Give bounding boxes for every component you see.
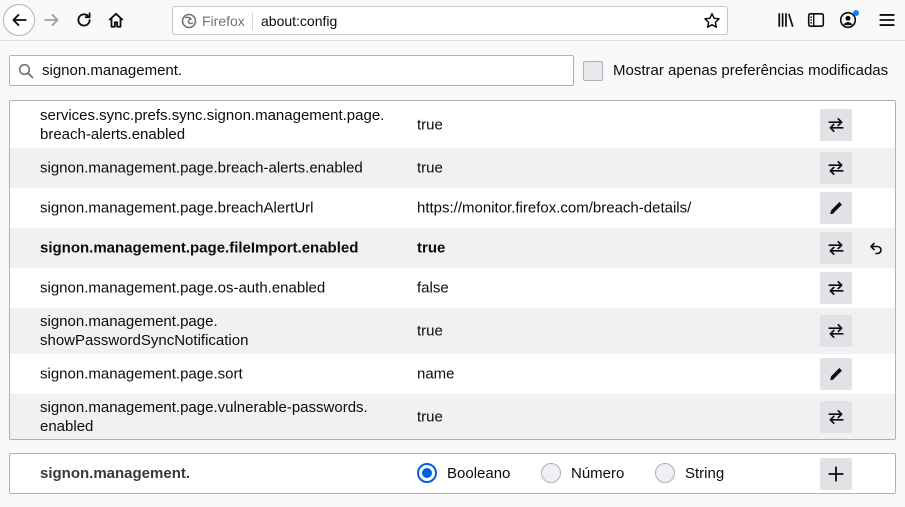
toggle-button[interactable] xyxy=(820,108,852,141)
pref-name: signon.management.page.vulnerable-passwo… xyxy=(40,398,368,435)
library-icon xyxy=(778,13,794,27)
hamburger-menu-icon xyxy=(879,14,895,26)
pref-row[interactable]: signon.management.page.breachAlertUrl htt… xyxy=(10,188,895,228)
toggle-button[interactable] xyxy=(820,315,852,347)
new-pref-name: signon.management. xyxy=(40,465,191,482)
back-button[interactable] xyxy=(3,4,35,36)
forward-button[interactable] xyxy=(36,4,68,36)
reset-button[interactable] xyxy=(866,238,886,258)
type-radio-string[interactable] xyxy=(655,463,675,483)
toggle-button[interactable] xyxy=(820,272,852,304)
pref-name: signon.management.page.os-auth.enabled xyxy=(40,279,326,297)
pref-name: signon.management.page.sort xyxy=(40,365,243,383)
sidebar-button[interactable] xyxy=(800,4,832,36)
type-label-number[interactable]: Número xyxy=(571,465,624,482)
pref-name: services.sync.prefs.sync.signon.manageme… xyxy=(40,106,385,143)
sidebar-icon xyxy=(807,13,825,27)
reset-undo-icon xyxy=(870,242,882,255)
search-box[interactable] xyxy=(9,55,574,86)
type-label-boolean[interactable]: Booleano xyxy=(447,465,510,482)
toggle-arrows-icon xyxy=(828,409,844,424)
site-identity-label: Firefox xyxy=(202,13,245,29)
pref-value: true xyxy=(417,159,443,177)
url-separator xyxy=(252,12,253,30)
toggle-arrows-icon xyxy=(828,280,844,296)
pencil-icon xyxy=(830,368,842,381)
site-identity[interactable]: Firefox xyxy=(181,12,245,30)
toggle-arrows-icon xyxy=(828,117,844,132)
pref-row[interactable]: signon.management.page.fileImport.enable… xyxy=(10,228,895,268)
plus-icon xyxy=(828,466,844,482)
star-icon[interactable] xyxy=(703,12,721,30)
toggle-arrows-icon xyxy=(828,160,844,176)
type-radio-number[interactable] xyxy=(541,463,561,483)
search-icon xyxy=(18,63,34,79)
pref-value: true xyxy=(417,322,443,340)
edit-button[interactable] xyxy=(820,192,852,224)
library-button[interactable] xyxy=(770,4,802,36)
pref-row[interactable]: services.sync.prefs.sync.signon.manageme… xyxy=(10,101,895,148)
browser-toolbar: Firefox about:config xyxy=(0,0,905,41)
url-bar[interactable]: Firefox about:config xyxy=(172,6,728,35)
forward-arrow-icon xyxy=(44,14,59,26)
pref-row[interactable]: signon.management.page. showPasswordSync… xyxy=(10,308,895,354)
pref-value: true xyxy=(417,116,443,133)
notification-dot xyxy=(853,10,859,16)
pref-row[interactable]: signon.management.page.sort name xyxy=(10,354,895,394)
account-button[interactable] xyxy=(832,4,864,36)
toggle-button[interactable] xyxy=(820,152,852,184)
pref-row[interactable]: signon.management.page.vulnerable-passwo… xyxy=(10,394,895,439)
pref-value: https://monitor.firefox.com/breach-detai… xyxy=(417,199,692,217)
pref-row[interactable]: signon.management.page.breach-alerts.ena… xyxy=(10,148,895,188)
pref-value: true xyxy=(417,408,443,425)
edit-button[interactable] xyxy=(820,358,852,390)
search-input[interactable] xyxy=(42,56,567,85)
pref-name: signon.management.page.breachAlertUrl xyxy=(40,199,314,217)
menu-button[interactable] xyxy=(871,4,903,36)
add-preference-button[interactable] xyxy=(820,458,852,490)
modified-only-checkbox[interactable] xyxy=(583,61,603,81)
pencil-icon xyxy=(830,202,842,215)
toggle-button[interactable] xyxy=(820,400,852,433)
pref-value: false xyxy=(417,279,449,297)
home-icon xyxy=(108,12,124,28)
url-text[interactable]: about:config xyxy=(261,13,337,29)
firefox-logo-icon xyxy=(181,13,197,29)
pref-name: signon.management.page. showPasswordSync… xyxy=(40,313,249,349)
pref-value: true xyxy=(417,239,446,257)
pref-row[interactable]: signon.management.page.os-auth.enabled fa… xyxy=(10,268,895,308)
toggle-arrows-icon xyxy=(828,323,844,339)
reload-icon xyxy=(77,12,91,27)
add-preference-row: signon.management. Booleano Número Strin… xyxy=(9,453,896,494)
pref-name: signon.management.page.fileImport.enable… xyxy=(40,239,359,257)
toggle-arrows-icon xyxy=(828,240,844,256)
preferences-table: services.sync.prefs.sync.signon.manageme… xyxy=(9,100,896,440)
modified-only-label[interactable]: Mostrar apenas preferências modificadas xyxy=(613,62,888,79)
type-radio-boolean[interactable] xyxy=(417,463,437,483)
pref-name: signon.management.page.breach-alerts.ena… xyxy=(40,159,363,177)
home-button[interactable] xyxy=(100,4,132,36)
pref-value: name xyxy=(417,365,455,383)
type-label-string[interactable]: String xyxy=(685,465,724,482)
back-arrow-icon xyxy=(12,14,27,26)
reload-button[interactable] xyxy=(68,4,100,36)
toggle-button[interactable] xyxy=(820,232,852,264)
